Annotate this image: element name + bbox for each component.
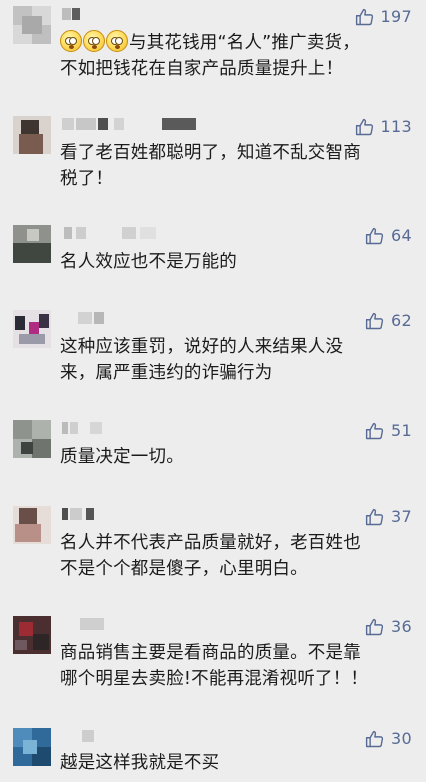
username[interactable] xyxy=(62,618,222,632)
comment-text: 看了老百姓都聪明了，知道不乱交智商 税了！ xyxy=(60,140,410,192)
comment-text: 与其花钱用“名人”推广卖货， 不如把钱花在自家产品质量提升上！ xyxy=(60,30,410,82)
avatar[interactable] xyxy=(13,506,51,544)
like-count: 113 xyxy=(380,117,412,136)
thumbs-up-icon xyxy=(365,312,384,329)
avatar[interactable] xyxy=(13,6,51,44)
comment-text: 名人并不代表产品质量就好，老百姓也 不是个个都是傻子，心里明白。 xyxy=(60,530,410,582)
comment-line: 名人并不代表产品质量就好，老百姓也 xyxy=(60,533,361,553)
avatar[interactable] xyxy=(13,616,51,654)
comment-item: 30 越是这样我就是不买 xyxy=(0,728,426,782)
comment-item: 51 质量决定一切。 xyxy=(0,420,426,476)
comment-text: 这种应该重罚，说好的人来结果人没 来，属严重违约的诈骗行为 xyxy=(60,334,410,386)
like-count: 30 xyxy=(391,729,412,748)
avatar[interactable] xyxy=(13,116,51,154)
comment-line: 哪个明星去卖脸!不能再混淆视听了！！ xyxy=(60,669,369,689)
comment-line: 名人效应也不是万能的 xyxy=(60,252,237,272)
like-button[interactable]: 37 xyxy=(364,506,412,528)
comment-line: 税了！ xyxy=(60,169,114,189)
comment-line: 商品销售主要是看商品的质量。不是靠 xyxy=(60,643,361,663)
flushed-face-emoji-icon xyxy=(60,30,82,52)
comment-line: 不是个个都是傻子，心里明白。 xyxy=(60,559,308,579)
thumbs-up-icon xyxy=(355,118,373,135)
comment-text: 商品销售主要是看商品的质量。不是靠 哪个明星去卖脸!不能再混淆视听了！！ xyxy=(60,640,410,692)
comment-line: 来，属严重违约的诈骗行为 xyxy=(60,363,273,383)
username[interactable] xyxy=(62,118,222,132)
comment-item: 62 这种应该重罚，说好的人来结果人没 来，属严重违约的诈骗行为 xyxy=(0,310,426,390)
comment-line: 这种应该重罚，说好的人来结果人没 xyxy=(60,337,344,357)
like-button[interactable]: 62 xyxy=(364,310,412,332)
comment-item: 64 名人效应也不是万能的 xyxy=(0,225,426,281)
avatar[interactable] xyxy=(13,728,51,766)
username[interactable] xyxy=(62,312,222,326)
like-count: 62 xyxy=(391,311,412,330)
username[interactable] xyxy=(62,8,222,22)
like-count: 51 xyxy=(391,421,412,440)
like-count: 197 xyxy=(380,7,412,26)
flushed-face-emoji-icon xyxy=(106,30,128,52)
comment-item: 36 商品销售主要是看商品的质量。不是靠 哪个明星去卖脸!不能再混淆视听了！！ xyxy=(0,616,426,696)
avatar[interactable] xyxy=(13,225,51,263)
like-button[interactable]: 113 xyxy=(354,116,412,138)
comment-line: 看了老百姓都聪明了，知道不乱交智商 xyxy=(60,143,361,163)
comment-line: 越是这样我就是不买 xyxy=(60,753,220,773)
thumbs-up-icon xyxy=(365,227,384,244)
comment-item: 37 名人并不代表产品质量就好，老百姓也 不是个个都是傻子，心里明白。 xyxy=(0,506,426,586)
comment-line: 与其花钱用“名人”推广卖货， xyxy=(60,30,410,56)
comment-line: 质量决定一切。 xyxy=(60,447,184,467)
like-button[interactable]: 64 xyxy=(364,225,412,247)
like-count: 64 xyxy=(391,226,412,245)
comment-text: 名人效应也不是万能的 xyxy=(60,249,410,275)
thumbs-up-icon xyxy=(365,618,384,635)
comment-text: 质量决定一切。 xyxy=(60,444,410,470)
like-button[interactable]: 197 xyxy=(354,6,412,28)
comment-item: 113 看了老百姓都聪明了，知道不乱交智商 税了！ xyxy=(0,116,426,196)
like-button[interactable]: 51 xyxy=(364,420,412,442)
comment-text: 越是这样我就是不买 xyxy=(60,750,410,776)
thumbs-up-icon xyxy=(355,8,373,25)
thumbs-up-icon xyxy=(365,422,384,439)
username[interactable] xyxy=(62,422,222,436)
like-button[interactable]: 36 xyxy=(364,616,412,638)
thumbs-up-icon xyxy=(365,730,384,747)
thumbs-up-icon xyxy=(365,508,384,525)
username[interactable] xyxy=(62,730,222,744)
username[interactable] xyxy=(62,508,222,522)
comment-line: 不如把钱花在自家产品质量提升上！ xyxy=(60,59,344,79)
like-count: 37 xyxy=(391,507,412,526)
like-button[interactable]: 30 xyxy=(364,728,412,750)
avatar[interactable] xyxy=(13,420,51,458)
comment-item: 197 与其花钱用“名人”推广卖货， 不如把钱花在自家产品质量提升上！ xyxy=(0,6,426,90)
flushed-face-emoji-icon xyxy=(83,30,105,52)
username[interactable] xyxy=(62,227,222,241)
like-count: 36 xyxy=(391,617,412,636)
avatar[interactable] xyxy=(13,310,51,348)
